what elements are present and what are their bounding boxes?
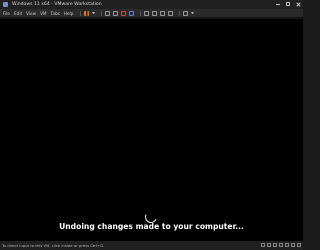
device-icons <box>259 243 301 247</box>
close-button[interactable] <box>293 0 303 9</box>
usb-icon[interactable] <box>279 243 283 247</box>
pause-icon[interactable] <box>84 10 90 16</box>
toolbar-divider <box>179 10 181 16</box>
revert-snapshot-icon[interactable] <box>121 10 127 16</box>
menu-help[interactable]: Help <box>64 9 74 18</box>
menu-view[interactable]: View <box>26 9 36 18</box>
menu-edit[interactable]: Edit <box>14 9 22 18</box>
menu-toolbar: File Edit View VM Tabs Help <box>0 9 303 18</box>
vmware-app-icon[interactable] <box>3 2 8 7</box>
snapshot-manager-icon[interactable] <box>129 10 135 16</box>
input-hint: To direct input to this VM, click inside… <box>2 243 105 248</box>
minimize-button[interactable] <box>273 0 283 9</box>
stretch-icon[interactable] <box>191 11 194 16</box>
network-icon[interactable] <box>273 243 277 247</box>
unity-icon[interactable] <box>168 10 174 16</box>
hdd-icon[interactable] <box>261 243 265 247</box>
toolbar-divider <box>140 10 142 16</box>
undo-status-message: Undoing changes made to your computer... <box>59 222 244 231</box>
menu-tabs[interactable]: Tabs <box>51 9 60 18</box>
maximize-icon <box>286 2 290 6</box>
close-icon <box>296 2 300 6</box>
status-bar: To direct input to this VM, click inside… <box>0 241 303 250</box>
console-view-icon[interactable] <box>183 10 189 16</box>
cd-icon[interactable] <box>267 243 271 247</box>
snapshot-icon[interactable] <box>113 10 119 16</box>
dropdown-icon[interactable] <box>92 11 95 16</box>
menu-vm[interactable]: VM <box>40 9 46 18</box>
display-icon[interactable] <box>297 243 301 247</box>
send-ctrl-alt-del-icon[interactable] <box>105 10 111 16</box>
printer-icon[interactable] <box>291 243 295 247</box>
thumbnail-icon[interactable] <box>152 10 158 16</box>
minimize-icon <box>276 4 280 5</box>
maximize-button[interactable] <box>283 0 293 9</box>
menu-file[interactable]: File <box>3 9 10 18</box>
toolbar-divider <box>80 10 82 16</box>
fullscreen-icon[interactable] <box>160 10 166 16</box>
window-controls <box>273 0 303 9</box>
vm-console-screen[interactable]: Undoing changes made to your computer... <box>0 19 303 241</box>
sound-icon[interactable] <box>285 243 289 247</box>
toolbar-divider <box>101 10 103 16</box>
library-icon[interactable] <box>144 10 150 16</box>
